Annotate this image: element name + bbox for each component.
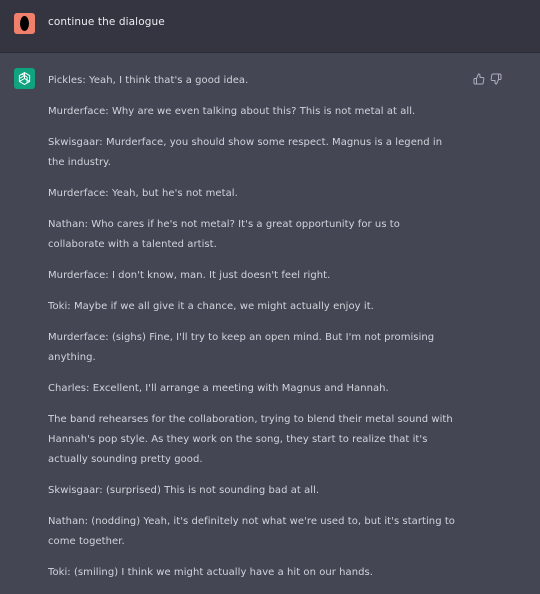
message-paragraph: Nathan: (nodding) Yeah, it's definitely … [48,516,455,547]
thumbs-down-icon[interactable] [490,70,502,85]
thumbs-up-icon[interactable] [473,70,485,85]
message-paragraph: Murderface: (sighs) Fine, I'll try to ke… [48,332,435,363]
message-paragraph: Toki: Maybe if we all give it a chance, … [48,301,374,312]
message-paragraph: Murderface: Why are we even talking abou… [48,106,416,117]
openai-logo-icon [14,68,35,89]
assistant-message-row: Pickles: Yeah, I think that's a good ide… [0,53,540,578]
message-paragraph: Murderface: Yeah, but he's not metal. [48,188,238,199]
message-paragraph: Skwisgaar: (surprised) This is not sound… [48,485,320,496]
message-paragraph: Murderface: I don't know, man. It just d… [48,270,331,281]
user-message-text: continue the dialogue [48,16,165,28]
user-message-row: continue the dialogue [0,0,540,53]
message-paragraph: Nathan: Who cares if he's not metal? It'… [48,219,400,250]
message-paragraph: The band rehearses for the collaboration… [48,414,453,465]
assistant-message-text: Pickles: Yeah, I think that's a good ide… [48,71,456,594]
message-paragraph: Pickles: Yeah, I think that's a good ide… [48,75,249,86]
message-paragraph: Charles: Excellent, I'll arrange a meeti… [48,383,389,394]
message-paragraph: Skwisgaar: Murderface, you should show s… [48,137,443,168]
user-avatar-icon [14,13,35,34]
message-paragraph: Toki: (smiling) I think we might actuall… [48,567,374,578]
